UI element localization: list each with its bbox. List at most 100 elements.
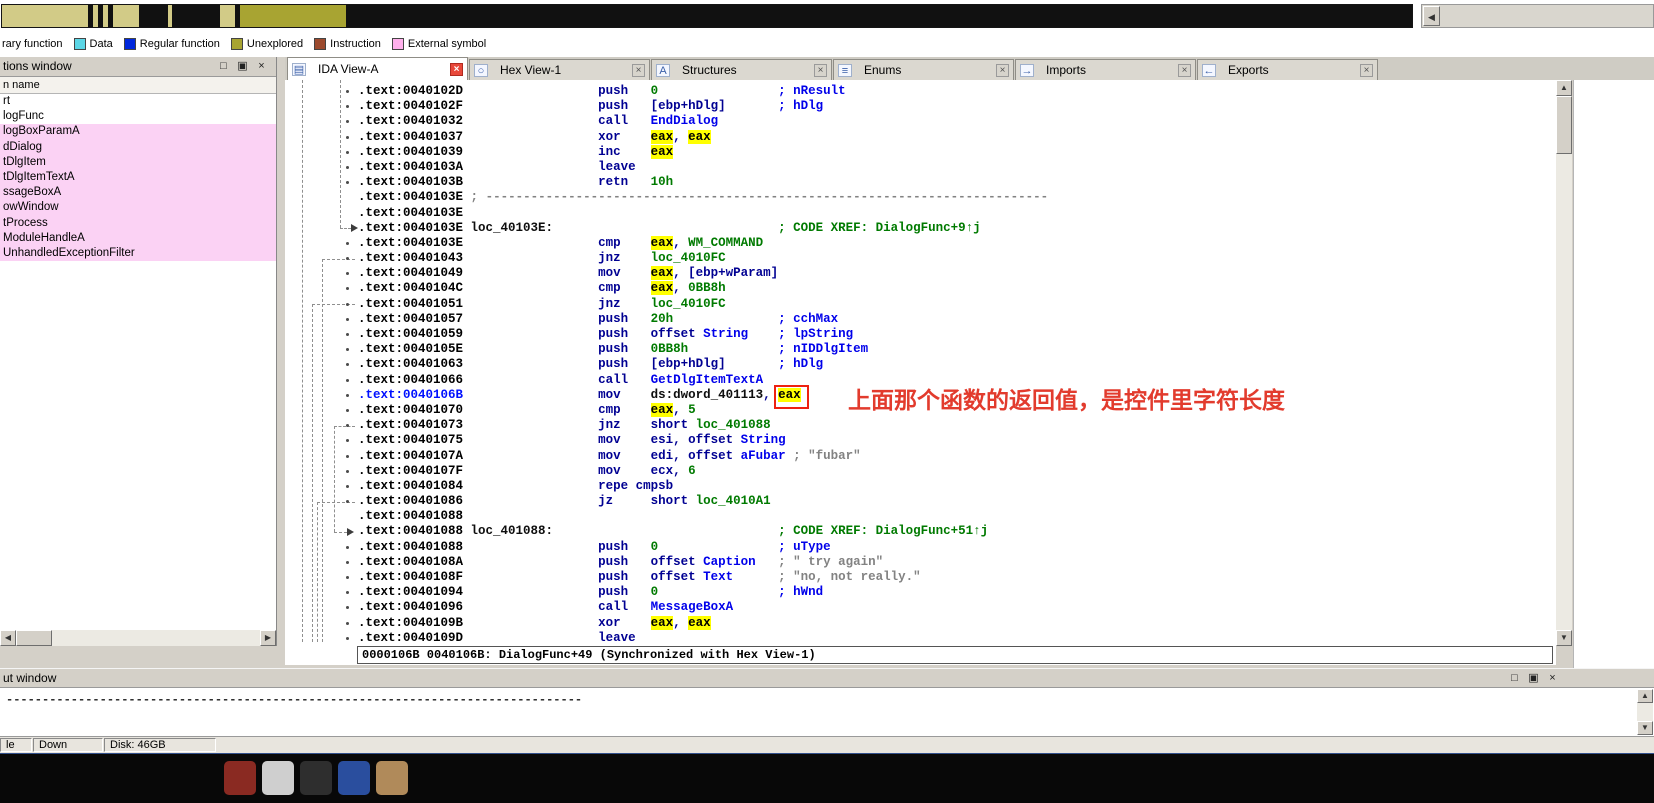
function-name-column-header[interactable]: n name <box>0 77 276 94</box>
disassembly-line[interactable]: .text:00401039 inc eax <box>285 144 1556 160</box>
disassembly-line[interactable]: .text:0040103A leave <box>285 160 1556 175</box>
function-list-item[interactable]: ModuleHandleA <box>0 230 276 246</box>
taskbar-app-5[interactable] <box>376 761 408 795</box>
tab-imports[interactable]: → Imports × <box>1015 59 1196 80</box>
output-scrollbar[interactable]: ▲ ▼ <box>1637 689 1653 735</box>
restore-icon[interactable]: □ <box>215 59 232 74</box>
tab-close-button[interactable]: × <box>632 63 645 77</box>
output-log[interactable]: ----------------------------------------… <box>0 688 1654 736</box>
disassembly-line[interactable]: .text:00401086 jz short loc_4010A1 <box>285 494 1556 509</box>
code-segment: .text:00401043 <box>358 251 464 266</box>
scrollbar-thumb[interactable] <box>1556 96 1572 154</box>
scroll-up-button[interactable]: ▲ <box>1556 80 1572 96</box>
disassembly-line[interactable]: .text:00401063 push [ebp+hDlg] ; hDlg <box>285 357 1556 372</box>
disassembly-line[interactable]: .text:0040103E cmp eax, WM_COMMAND <box>285 235 1556 251</box>
function-list-item[interactable]: ssageBoxA <box>0 185 276 201</box>
float-icon[interactable]: ▣ <box>1525 671 1542 686</box>
disassembly-line[interactable]: .text:00401037 xor eax, eax <box>285 129 1556 145</box>
scroll-right-button[interactable]: ▶ <box>260 630 276 646</box>
disassembly-line[interactable]: .text:00401096 call MessageBoxA <box>285 600 1556 615</box>
disassembly-line[interactable]: .text:00401051 jnz loc_4010FC <box>285 297 1556 312</box>
scroll-up-button[interactable]: ▲ <box>1637 689 1653 703</box>
tab-hex-view-1[interactable]: ○ Hex View-1 × <box>469 59 650 80</box>
disassembly-line[interactable]: .text:00401049 mov eax, [ebp+wParam] <box>285 266 1556 281</box>
tab-enums[interactable]: ≡ Enums × <box>833 59 1014 80</box>
tab-exports[interactable]: ← Exports × <box>1197 59 1378 80</box>
tab-close-button[interactable]: × <box>1178 63 1191 77</box>
disassembly-line[interactable]: .text:0040109B xor eax, eax <box>285 615 1556 631</box>
function-list-item[interactable]: logFunc <box>0 109 276 124</box>
function-list-item[interactable]: owWindow <box>0 200 276 216</box>
disassembly-scrollbar[interactable]: ▲ ▼ <box>1556 80 1572 646</box>
disassembly-line[interactable]: .text:0040103E loc_40103E: ; CODE XREF: … <box>285 221 1556 236</box>
taskbar-app-3[interactable] <box>300 761 332 795</box>
tab-close-button[interactable]: × <box>814 63 827 77</box>
scrollbar-thumb[interactable] <box>16 630 52 646</box>
disassembly-line[interactable]: .text:0040103B retn 10h <box>285 175 1556 190</box>
disassembly-line[interactable]: .text:0040107F mov ecx, 6 <box>285 464 1556 479</box>
function-list-item[interactable]: logBoxParamA <box>0 124 276 140</box>
disassembly-line[interactable]: .text:00401073 jnz short loc_401088 <box>285 418 1556 433</box>
functions-horizontal-scrollbar[interactable]: ◀ ▶ <box>0 630 276 646</box>
code-segment: String <box>703 327 749 341</box>
close-icon[interactable]: × <box>253 59 270 74</box>
functions-window-titlebar[interactable]: tions window □ ▣ × <box>0 57 276 77</box>
code-segment: 20h <box>650 311 674 326</box>
function-list-item[interactable]: UnhandledExceptionFilter <box>0 245 276 262</box>
disassembly-line[interactable]: .text:0040104C cmp eax, 0BB8h <box>285 281 1556 296</box>
function-list-item[interactable]: rt <box>0 94 276 109</box>
disassembly-line[interactable]: .text:00401057 push 20h ; cchMax <box>285 312 1556 327</box>
disassembly-line[interactable]: .text:00401088 push 0 ; uType <box>285 540 1556 555</box>
code-segment: ; nResult <box>778 84 846 98</box>
disassembly-line[interactable]: .text:0040103E ; -----------------------… <box>285 190 1556 205</box>
taskbar-app-2[interactable] <box>262 761 294 795</box>
output-window-titlebar[interactable]: ut window □ ▣ × <box>0 668 1654 688</box>
taskbar-app-1[interactable] <box>224 761 256 795</box>
float-icon[interactable]: ▣ <box>234 59 251 74</box>
tab-close-button[interactable]: × <box>996 63 1009 77</box>
restore-icon[interactable]: □ <box>1506 671 1523 686</box>
disassembly-line[interactable]: .text:00401059 push offset String ; lpSt… <box>285 327 1556 342</box>
disassembly-line[interactable]: .text:0040108F push offset Text ; "no, n… <box>285 570 1556 585</box>
disassembly-line[interactable]: .text:00401094 push 0 ; hWnd <box>285 585 1556 600</box>
disassembly-line[interactable]: .text:0040102F push [ebp+hDlg] ; hDlg <box>285 99 1556 114</box>
scroll-left-button[interactable]: ◀ <box>0 630 16 646</box>
function-list-item[interactable]: tProcess <box>0 215 276 231</box>
disassembly-line[interactable]: .text:00401088 <box>285 509 1556 524</box>
tab-close-button[interactable]: × <box>450 62 463 76</box>
taskbar[interactable] <box>0 753 1654 803</box>
disassembly-line[interactable]: .text:0040109D leave <box>285 631 1556 646</box>
disassembly-line[interactable]: .text:0040107A mov edi, offset aFubar ; … <box>285 449 1556 464</box>
navband-scroll-left-button[interactable]: ◀ <box>1423 6 1440 26</box>
disassembly-line[interactable]: .text:0040103E <box>285 206 1556 221</box>
disassembly-line[interactable]: .text:00401032 call EndDialog <box>285 114 1556 129</box>
panel-splitter[interactable] <box>278 57 285 646</box>
taskbar-app-4[interactable] <box>338 761 370 795</box>
ida-view-a-pane[interactable]: .text:0040102D push 0 ; nResult .text:004… <box>285 80 1556 646</box>
tab-ida-view-a[interactable]: ▤ IDA View-A × <box>287 57 468 80</box>
tab-structures[interactable]: A Structures × <box>651 59 832 80</box>
close-icon[interactable]: × <box>1544 671 1561 686</box>
scroll-down-button[interactable]: ▼ <box>1637 721 1653 735</box>
disassembly-line[interactable]: .text:00401043 jnz loc_4010FC <box>285 251 1556 266</box>
disassembly-line[interactable]: .text:0040105E push 0BB8h ; nIDDlgItem <box>285 342 1556 357</box>
disassembly-line[interactable]: .text:00401084 repe cmpsb <box>285 479 1556 494</box>
disassembly-line[interactable]: .text:00401075 mov esi, offset String <box>285 433 1556 448</box>
tab-close-button[interactable]: × <box>1360 63 1373 77</box>
function-list-item[interactable]: tDlgItem <box>0 154 276 170</box>
navigation-band[interactable] <box>1 4 1413 28</box>
disassembly-line[interactable]: .text:0040102D push 0 ; nResult <box>285 84 1556 99</box>
scroll-down-button[interactable]: ▼ <box>1556 630 1572 646</box>
function-list-item[interactable]: tDlgItemTextA <box>0 169 276 186</box>
code-segment: push <box>598 342 629 357</box>
disassembly-line[interactable]: .text:00401088 loc_401088: ; CODE XREF: … <box>285 524 1556 539</box>
disassembly-line[interactable]: .text:0040108A push offset Caption ; " t… <box>285 555 1556 570</box>
navband-scrollbar[interactable]: ◀ <box>1421 4 1654 28</box>
function-list-item[interactable]: dDialog <box>0 139 276 155</box>
